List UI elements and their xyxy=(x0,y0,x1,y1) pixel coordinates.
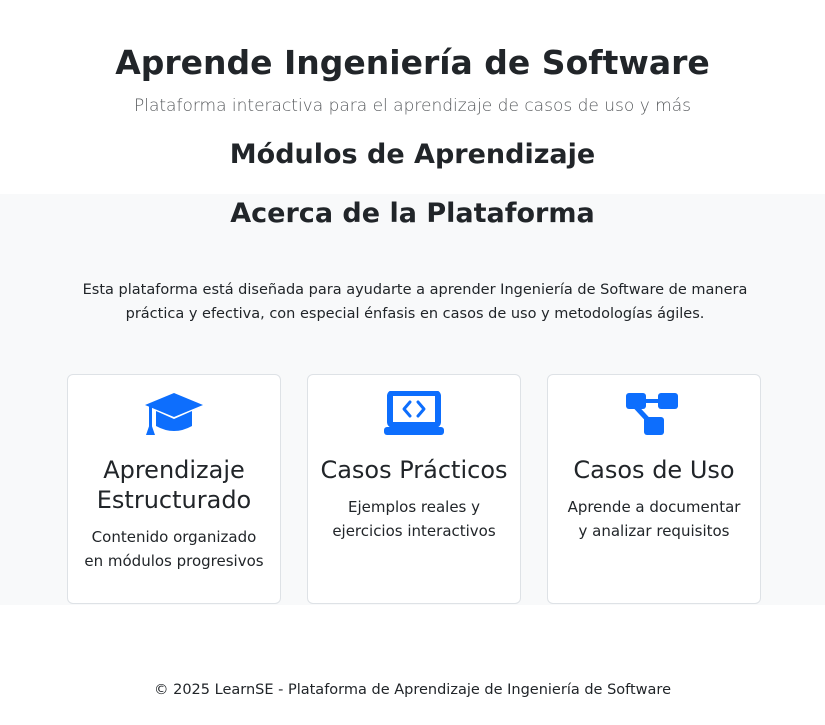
page-title: Aprende Ingeniería de Software xyxy=(115,43,710,82)
footer: © 2025 LearnSE - Plataforma de Aprendiza… xyxy=(0,678,825,702)
hero-section: Aprende Ingeniería de Software Plataform… xyxy=(0,0,825,194)
graduation-cap-icon xyxy=(68,391,280,439)
page: Aprende Ingeniería de Software Plataform… xyxy=(0,0,825,725)
footer-text: © 2025 LearnSE - Plataforma de Aprendiza… xyxy=(154,682,671,698)
feature-card-use-cases: Casos de Uso Aprende a documentar y anal… xyxy=(547,374,761,604)
feature-title: Casos de Uso xyxy=(573,456,735,484)
page-subtitle: Plataforma interactiva para el aprendiza… xyxy=(133,96,691,116)
feature-text: Aprende a documentar y analizar requisit… xyxy=(567,498,741,540)
feature-text: Contenido organizado en módulos progresi… xyxy=(84,528,264,570)
feature-card-practical-cases: Casos Prácticos Ejemplos reales y ejerci… xyxy=(307,374,521,604)
feature-text: Ejemplos reales y ejercicios interactivo… xyxy=(332,498,496,540)
about-heading: Acerca de la Plataforma xyxy=(230,198,595,229)
about-description: Esta plataforma está diseñada para ayuda… xyxy=(82,282,748,322)
feature-card-structured-learning: Aprendizaje Estructurado Contenido organ… xyxy=(67,374,281,604)
laptop-code-icon xyxy=(308,391,520,439)
modules-heading: Módulos de Aprendizaje xyxy=(229,139,596,170)
diagram-icon xyxy=(548,391,760,439)
feature-title: Aprendizaje Estructurado xyxy=(96,456,252,514)
feature-title: Casos Prácticos xyxy=(320,456,508,484)
about-section: Acerca de la Plataforma Esta plataforma … xyxy=(0,194,825,605)
